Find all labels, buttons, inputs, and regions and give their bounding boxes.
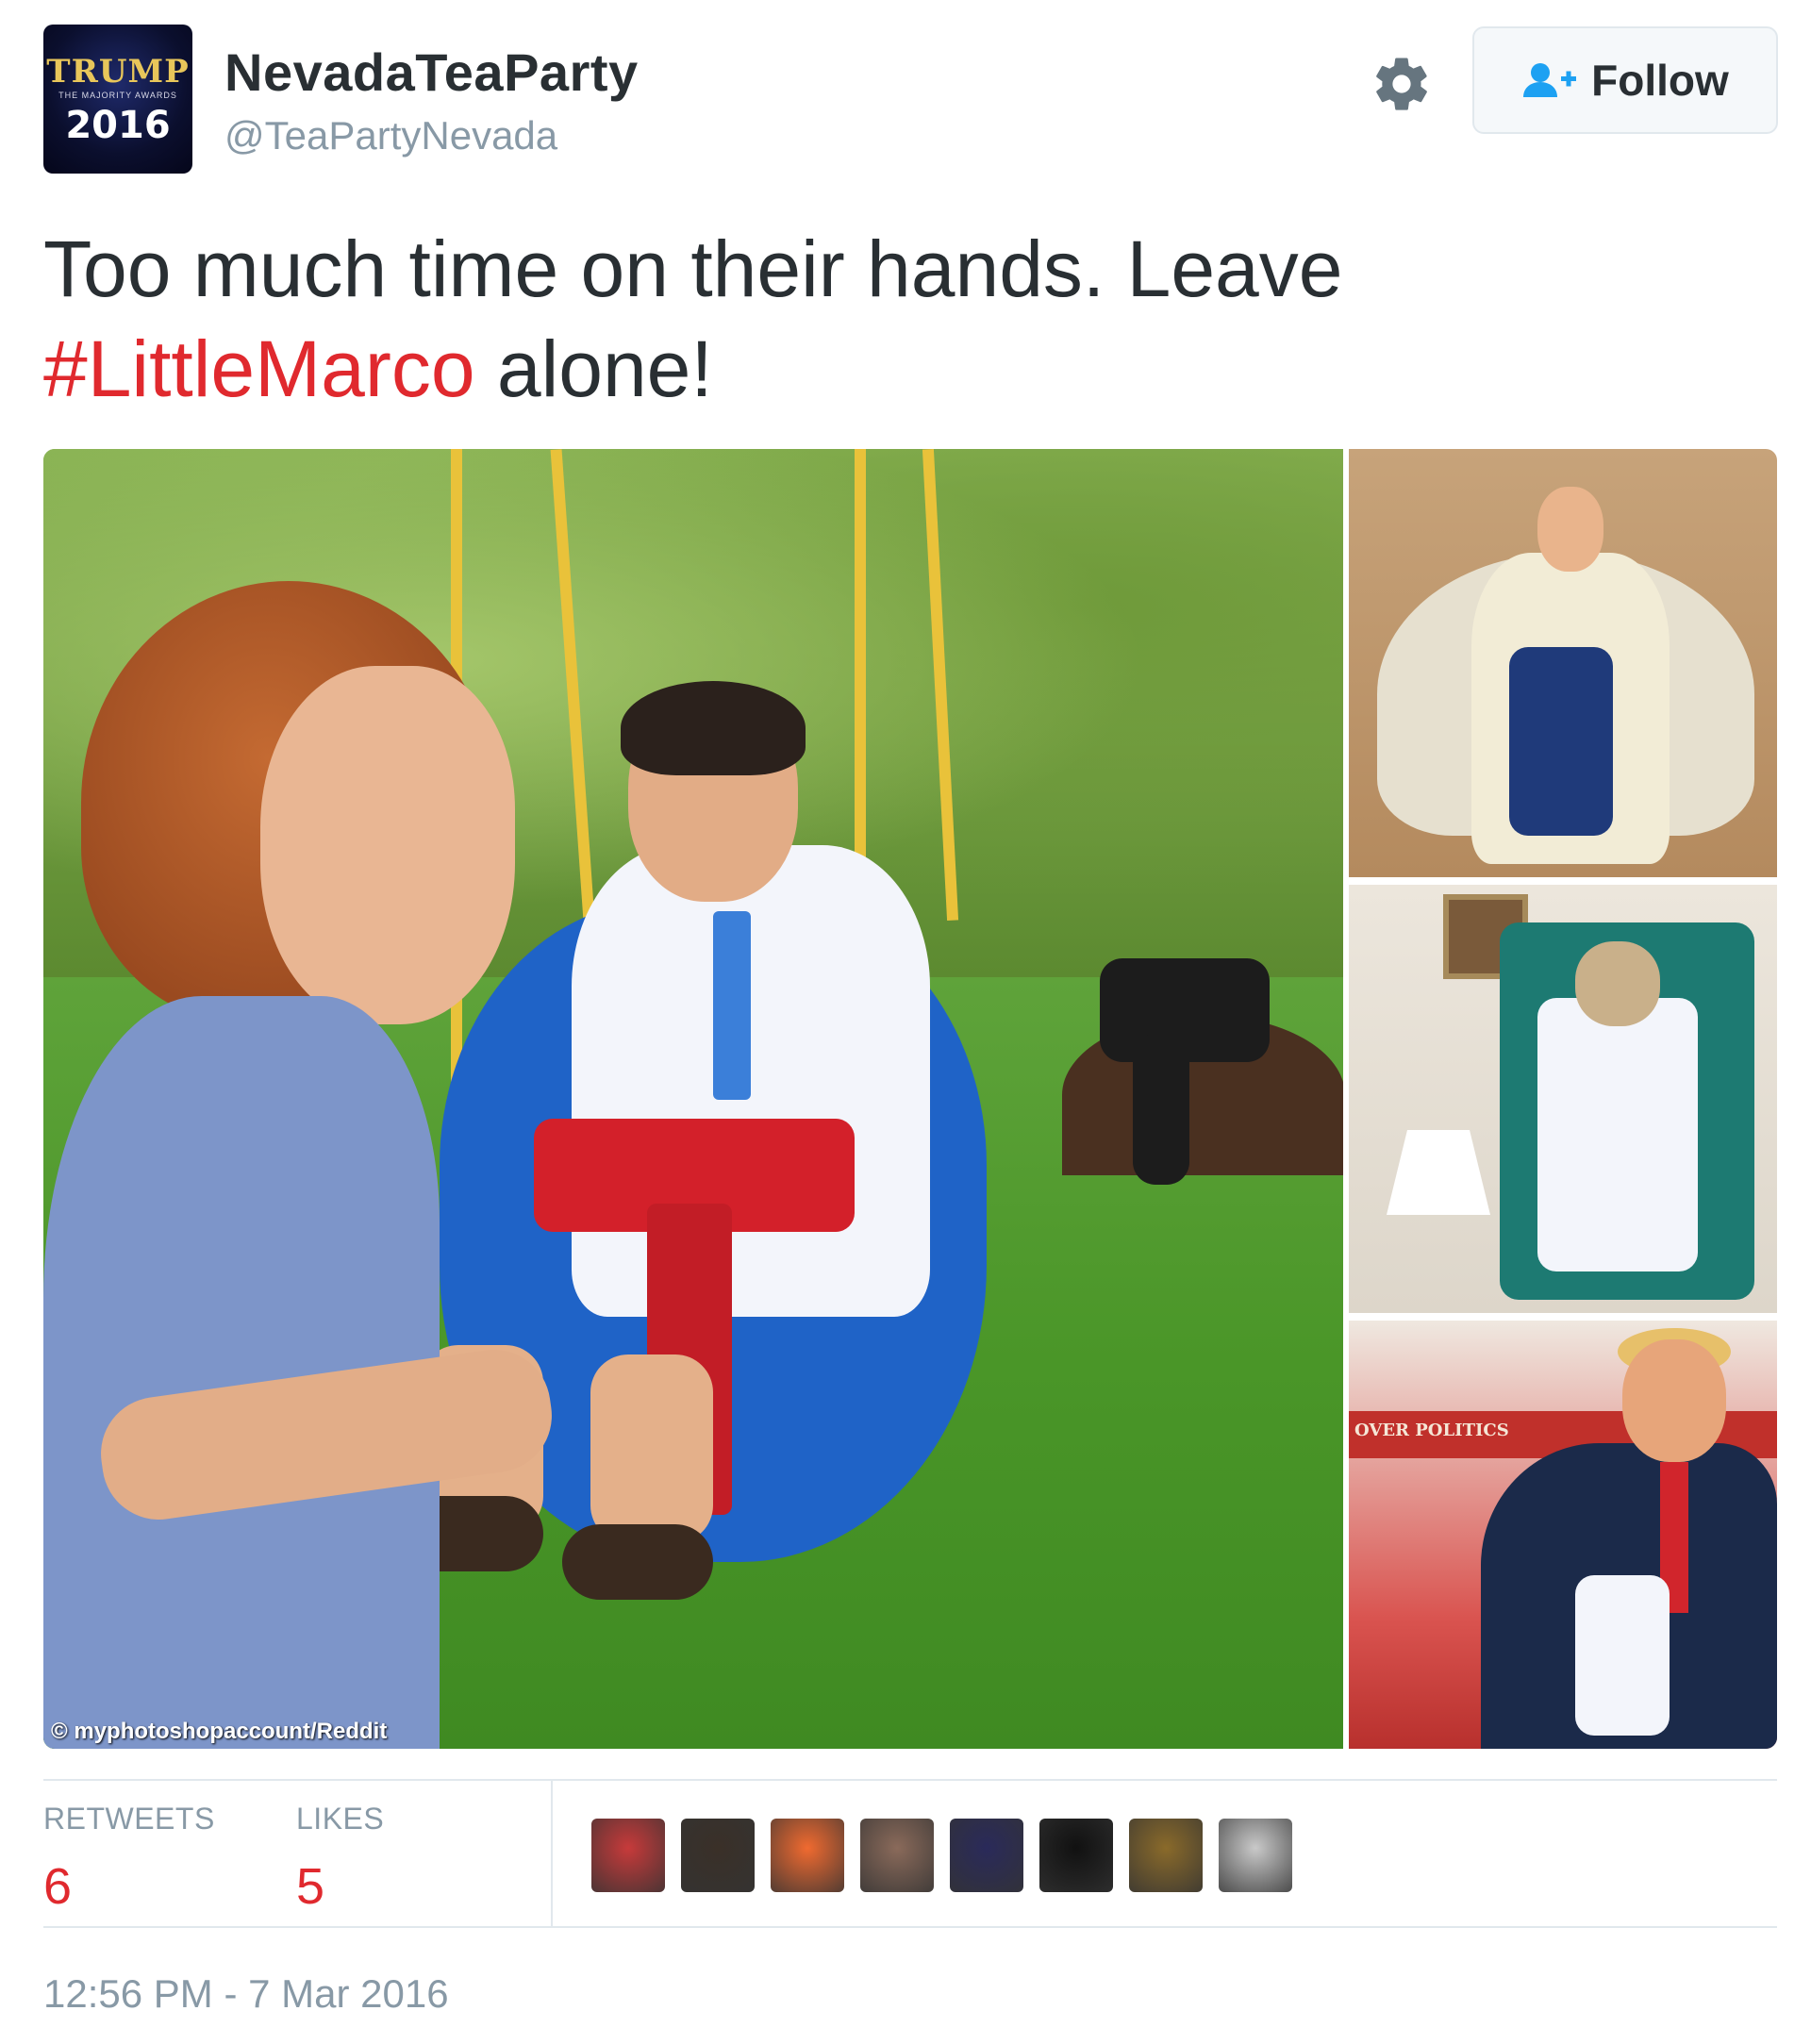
image-region [590, 1354, 713, 1543]
liker-avatar-7[interactable] [1129, 1819, 1203, 1892]
tweet-card: TRUMP THE MAJORITY AWARDS 2016 NevadaTea… [0, 0, 1811, 2044]
add-user-icon [1523, 63, 1577, 97]
retweets-count: 6 [43, 1858, 73, 1915]
divider [43, 1926, 1777, 1928]
likes-count: 5 [296, 1858, 325, 1915]
profile-avatar[interactable]: TRUMP THE MAJORITY AWARDS 2016 [43, 25, 192, 174]
image-region [1575, 1575, 1670, 1736]
retweets-stat[interactable]: RETWEETS 6 [43, 1802, 215, 1916]
image-region [1387, 1130, 1490, 1215]
likes-label: LIKES [296, 1802, 385, 1836]
likes-stat[interactable]: LIKES 5 [296, 1802, 384, 1916]
retweets-label: RETWEETS [43, 1802, 215, 1836]
image-region [1537, 998, 1698, 1271]
image-banner-text: OVER POLITICS [1354, 1421, 1509, 1440]
image-region [1537, 487, 1603, 572]
image-region [1575, 941, 1660, 1026]
liker-avatar-6[interactable] [1039, 1819, 1113, 1892]
avatar-year: 2016 [65, 104, 171, 147]
tweet-text: Too much time on their hands. Leave #Lit… [43, 219, 1647, 419]
gear-icon[interactable] [1371, 53, 1433, 115]
user-handle[interactable]: @TeaPartyNevada [224, 113, 557, 158]
image-region [1622, 1339, 1726, 1462]
media-image-side-1[interactable] [1349, 449, 1777, 877]
image-region [572, 845, 930, 1317]
liker-avatar-8[interactable] [1219, 1819, 1292, 1892]
avatar-title: TRUMP [46, 53, 190, 91]
image-credit: © myphotoshopaccount/Reddit [51, 1719, 388, 1744]
media-grid: © myphotoshopaccount/Reddit OVER POLITIC… [43, 449, 1777, 1749]
image-region [713, 911, 751, 1100]
liker-avatar-2[interactable] [681, 1819, 755, 1892]
timestamp[interactable]: 12:56 PM - 7 Mar 2016 [43, 1971, 449, 2017]
liker-avatar-5[interactable] [950, 1819, 1023, 1892]
image-region [621, 681, 806, 775]
divider [43, 1779, 1777, 1781]
liker-avatar-1[interactable] [591, 1819, 665, 1892]
hashtag-link[interactable]: #LittleMarco [43, 324, 475, 413]
avatar-subtitle: THE MAJORITY AWARDS [58, 91, 177, 100]
image-region [562, 1524, 713, 1600]
liker-avatars [591, 1819, 1292, 1892]
media-image-side-2[interactable] [1349, 885, 1777, 1313]
tweet-text-part: alone! [474, 324, 713, 413]
media-image-main[interactable]: © myphotoshopaccount/Reddit [43, 449, 1343, 1749]
image-region [43, 581, 559, 1749]
liker-avatar-3[interactable] [771, 1819, 844, 1892]
follow-button[interactable]: Follow [1472, 26, 1778, 134]
tweet-text-part: Too much time on their hands. Leave [43, 224, 1343, 313]
media-image-side-3[interactable]: OVER POLITICS [1349, 1321, 1777, 1749]
image-region [1133, 1034, 1189, 1185]
display-name[interactable]: NevadaTeaParty [224, 42, 639, 103]
image-region [260, 666, 515, 1024]
divider [551, 1781, 553, 1928]
image-region [1509, 647, 1613, 836]
follow-label: Follow [1591, 56, 1729, 105]
liker-avatar-4[interactable] [860, 1819, 934, 1892]
